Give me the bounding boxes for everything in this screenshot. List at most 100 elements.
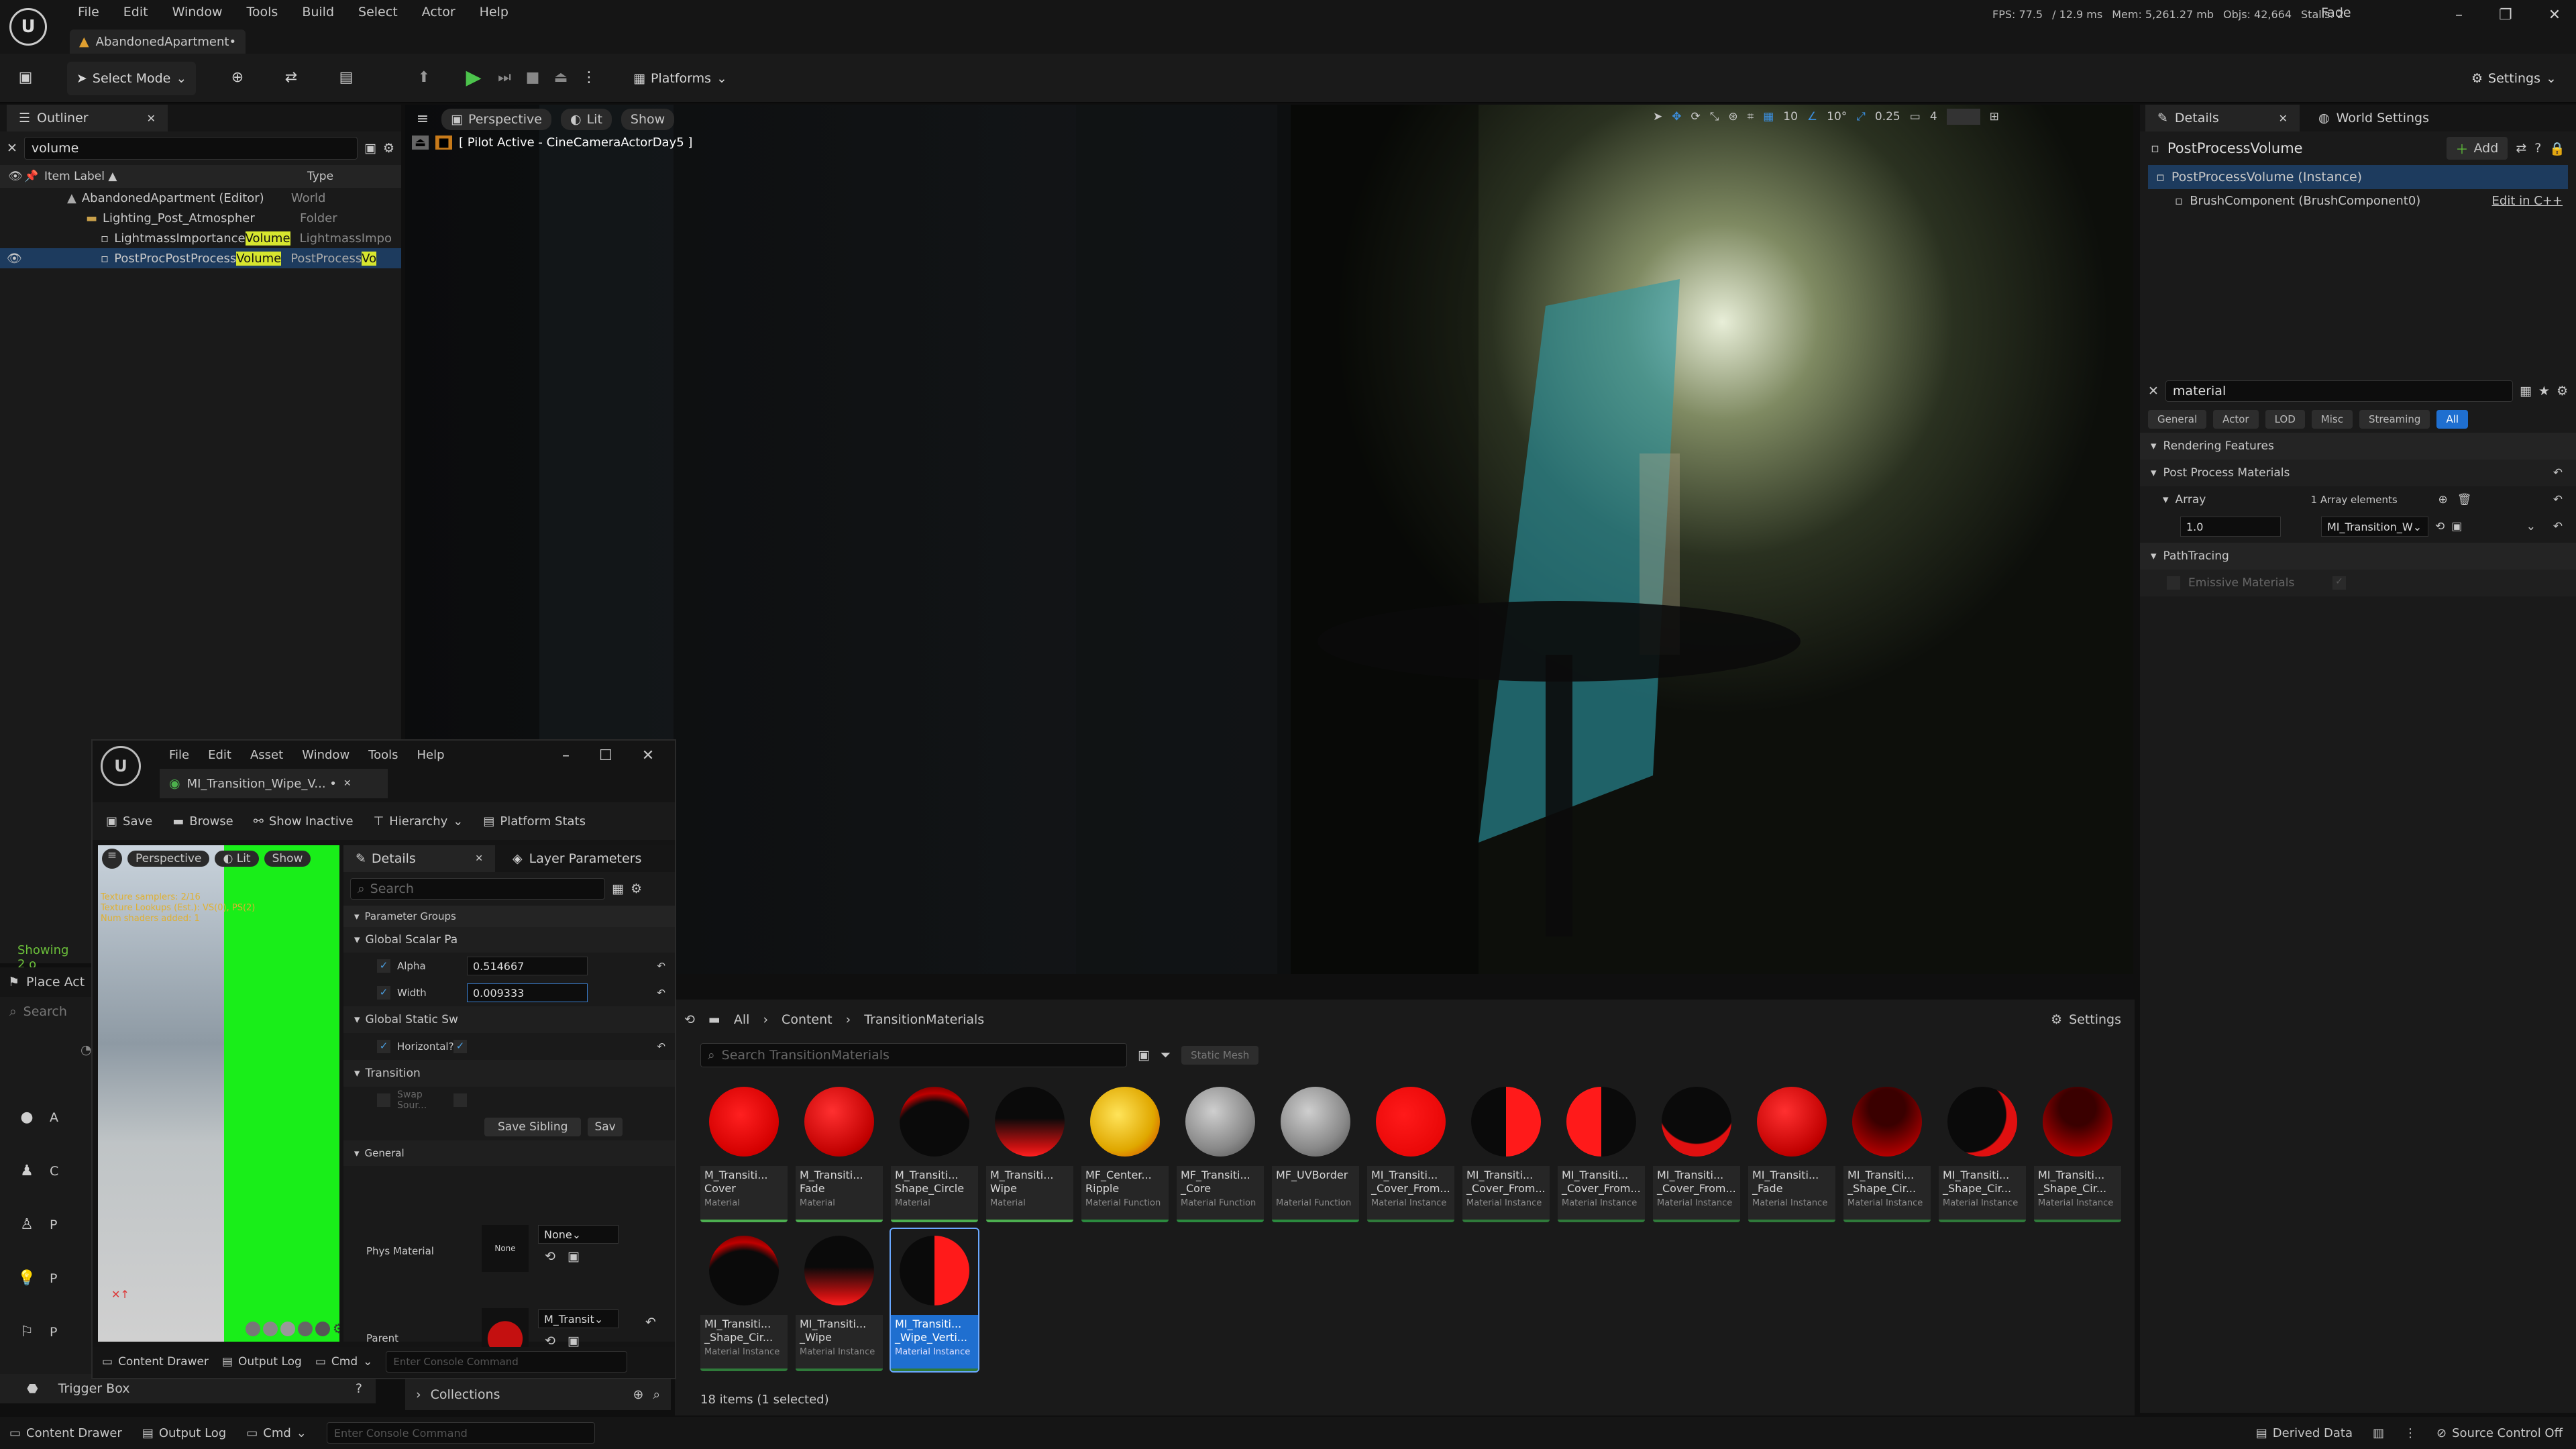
- visibility-icon[interactable]: 👁: [7, 252, 22, 266]
- close-icon[interactable]: ✕: [2548, 7, 2561, 23]
- reset-icon[interactable]: ↶: [657, 960, 665, 972]
- restore-icon[interactable]: ☐: [599, 747, 612, 764]
- section-general[interactable]: ▾ General: [343, 1140, 675, 1166]
- me-console-input[interactable]: Enter Console Command: [386, 1351, 628, 1373]
- tab-world-settings[interactable]: ◍ World Settings: [2306, 103, 2441, 133]
- perspective-button[interactable]: ▣ Perspective: [441, 109, 551, 130]
- sphere-icon[interactable]: [263, 1322, 278, 1336]
- menu-item[interactable]: Window: [160, 5, 235, 19]
- build-icon[interactable]: ⬆: [415, 68, 433, 87]
- scale-snap-icon[interactable]: ⤢: [1856, 110, 1866, 123]
- me-menu-item[interactable]: Help: [408, 748, 454, 762]
- outliner-row[interactable]: ▲ AbandonedApartment (Editor) World: [0, 188, 401, 208]
- asset-tile[interactable]: MI_Transiti... _Cover_From... Material In…: [1558, 1080, 1645, 1222]
- tab-me-details[interactable]: ✎ Details ✕: [343, 845, 495, 872]
- source-control-button[interactable]: ⊘ Source Control Off: [2436, 1426, 2563, 1440]
- reset-icon[interactable]: ↶: [2553, 466, 2563, 480]
- gear-icon[interactable]: ⚙: [631, 881, 642, 896]
- world-local-icon[interactable]: ⊛: [1728, 110, 1737, 123]
- me-preview-viewport[interactable]: Texture samplers: 2/16 Texture Lookups (…: [98, 845, 339, 1342]
- select-icon[interactable]: ➤: [1653, 110, 1662, 123]
- filter-icon[interactable]: ⏷: [1161, 1048, 1171, 1063]
- add-filter-icon[interactable]: ▣: [364, 141, 376, 156]
- browse-icon[interactable]: ▣: [568, 1334, 580, 1348]
- content-drawer-button[interactable]: ▭ Content Drawer: [9, 1426, 122, 1440]
- table-view-icon[interactable]: ▦: [2520, 384, 2532, 398]
- reset-icon[interactable]: ↶: [2553, 520, 2563, 533]
- section-rendering-features[interactable]: ▾ Rendering Features: [2140, 433, 2576, 460]
- grid-snap-icon[interactable]: ▦: [1763, 110, 1774, 123]
- tab-layer-parameters[interactable]: ◈ Layer Parameters: [500, 844, 653, 873]
- gear-icon[interactable]: ⚙: [333, 1322, 339, 1336]
- place-item[interactable]: ● A: [17, 1108, 58, 1127]
- reset-icon[interactable]: ↶: [657, 987, 665, 999]
- filter-tab[interactable]: Actor: [2213, 410, 2259, 429]
- lit-button[interactable]: ◐ Lit: [561, 109, 612, 130]
- add-element-icon[interactable]: ⊕: [2438, 493, 2448, 506]
- gear-icon[interactable]: ⚙: [383, 141, 394, 156]
- close-icon[interactable]: ✕: [475, 853, 483, 864]
- restore-icon[interactable]: ❐: [2499, 7, 2512, 23]
- help-icon[interactable]: ?: [356, 1381, 362, 1396]
- search-icon[interactable]: ⌕: [653, 1387, 660, 1402]
- select-mode-button[interactable]: ➤ Select Mode ⌄: [67, 62, 197, 95]
- more-options-icon[interactable]: ⋮: [2404, 1426, 2416, 1440]
- outliner-row[interactable]: ▫ LightmassImportance Volume LightmassImp…: [0, 228, 401, 248]
- filter-chip-static-mesh[interactable]: Static Mesh: [1181, 1046, 1259, 1065]
- swap-checkbox[interactable]: [377, 1093, 390, 1107]
- surface-snap-icon[interactable]: ⌗: [1748, 110, 1754, 123]
- place-item[interactable]: ♟ C: [17, 1162, 58, 1181]
- more-options-icon[interactable]: ⋮: [580, 68, 598, 87]
- place-item[interactable]: ♙ P: [17, 1216, 57, 1234]
- history-icon[interactable]: ⟲: [684, 1012, 695, 1027]
- translate-icon[interactable]: ✥: [1672, 110, 1681, 123]
- reset-icon[interactable]: ↶: [657, 1040, 665, 1053]
- cylinder-icon[interactable]: [246, 1322, 260, 1336]
- section-transition[interactable]: ▾ Transition: [343, 1060, 675, 1087]
- breadcrumb-all[interactable]: All: [734, 1012, 750, 1027]
- emissive-checkbox[interactable]: ✓: [2332, 576, 2346, 590]
- asset-tile[interactable]: MI_Transiti... _Wipe Material Instance: [796, 1229, 883, 1371]
- cinematics-icon[interactable]: ▤: [337, 68, 356, 87]
- asset-tile[interactable]: MI_Transiti... _Cover_From... Material In…: [1462, 1080, 1550, 1222]
- item-label-header[interactable]: Item Label ▲: [44, 170, 307, 183]
- place-item[interactable]: ⚐ P: [17, 1323, 57, 1342]
- menu-item[interactable]: File: [66, 5, 111, 19]
- blueprint-icon[interactable]: ⇄: [282, 68, 301, 87]
- unreal-logo-icon[interactable]: U: [101, 746, 141, 786]
- save-icon[interactable]: ▣: [16, 68, 35, 87]
- clear-search-icon[interactable]: ✕: [7, 141, 17, 156]
- asset-tile[interactable]: MF_Center... Ripple Material Function: [1081, 1080, 1169, 1222]
- show-button[interactable]: Show: [621, 109, 675, 130]
- fade-label[interactable]: Fade: [2321, 5, 2351, 20]
- outliner-row[interactable]: ▬ Lighting_Post_Atmospher Folder: [0, 208, 401, 228]
- cmd-dropdown[interactable]: ▭ Cmd ⌄: [246, 1426, 307, 1440]
- horizontal-enable-checkbox[interactable]: ✓: [377, 1040, 390, 1053]
- me-output-log-button[interactable]: ▤ Output Log: [222, 1355, 302, 1368]
- angle-snap-value[interactable]: 10°: [1827, 110, 1847, 123]
- asset-tile[interactable]: M_Transiti... Fade Material: [796, 1080, 883, 1222]
- menu-item[interactable]: Edit: [111, 5, 160, 19]
- me-perspective-button[interactable]: Perspective: [127, 851, 210, 867]
- derived-data-button[interactable]: ▤ Derived Data: [2256, 1426, 2353, 1440]
- platforms-button[interactable]: ▦ Platforms ⌄: [624, 62, 737, 95]
- component-row[interactable]: ▫ BrushComponent (BrushComponent0) Edit i…: [2140, 189, 2576, 212]
- show-inactive-button[interactable]: ⚯ Show Inactive: [254, 814, 354, 828]
- asset-tile[interactable]: MI_Transiti... _Shape_Cir... Material Ins…: [2034, 1080, 2121, 1222]
- menu-item[interactable]: Tools: [235, 5, 290, 19]
- me-lit-button[interactable]: ◐ Lit: [215, 851, 259, 867]
- menu-item[interactable]: Select: [346, 5, 410, 19]
- alpha-checkbox[interactable]: ✓: [377, 959, 390, 973]
- asset-tile[interactable]: M_Transiti... Cover Material: [700, 1080, 788, 1222]
- chevron-down-icon[interactable]: ⌄: [2526, 520, 2536, 533]
- filter-tab[interactable]: LOD: [2265, 410, 2305, 429]
- alpha-field[interactable]: 0.514667: [467, 957, 588, 975]
- minimize-icon[interactable]: –: [562, 747, 570, 764]
- reset-icon[interactable]: ↶: [2553, 493, 2563, 506]
- section-global-scalar[interactable]: ▾ Global Scalar Pa: [343, 927, 675, 953]
- rotate-icon[interactable]: ⟳: [1691, 110, 1701, 123]
- me-menu-item[interactable]: Edit: [199, 748, 241, 762]
- phys-material-thumbnail[interactable]: None: [482, 1225, 529, 1272]
- horizontal-value-checkbox[interactable]: ✓: [453, 1040, 467, 1053]
- asset-tile[interactable]: MF_UVBorder Material Function: [1272, 1080, 1359, 1222]
